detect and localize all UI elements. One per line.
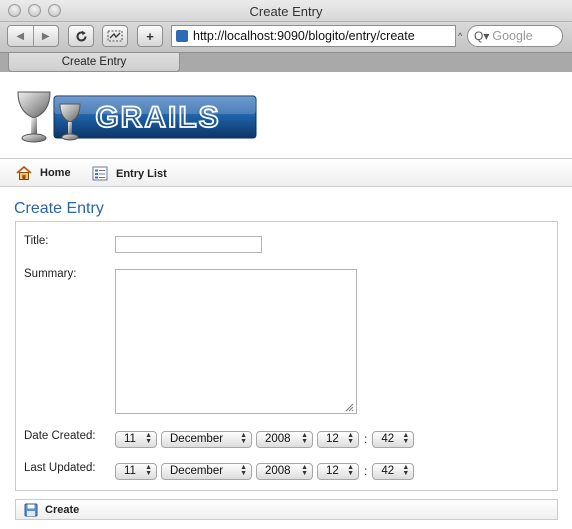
create-entry-form: Title: Summary: Date Created: 11 ▲ ▼ Decem… xyxy=(15,221,558,491)
select-value: December xyxy=(170,465,224,477)
select-value: 42 xyxy=(381,465,395,477)
select-arrows-icon: ▲ ▼ xyxy=(240,463,247,477)
select-value: 2008 xyxy=(265,433,291,445)
page-viewport: GRAILS Home Entry List Create Entry Titl… xyxy=(0,72,572,529)
create-button[interactable]: Create xyxy=(24,503,79,517)
select-arrows-icon: ▲ ▼ xyxy=(402,431,410,445)
site-favicon-icon xyxy=(176,30,188,42)
date-created-day-select[interactable]: 11 ▲ ▼ xyxy=(115,430,157,448)
select-arrows-icon: ▲ ▼ xyxy=(347,431,354,445)
select-arrows-icon: ▲ ▼ xyxy=(301,463,308,477)
select-value: 12 xyxy=(326,465,339,477)
window-title: Create Entry xyxy=(249,4,323,19)
date-created-month-select[interactable]: December ▲ ▼ xyxy=(161,430,252,448)
grails-logo[interactable]: GRAILS xyxy=(14,82,258,148)
date-created-year-select[interactable]: 2008 ▲ ▼ xyxy=(256,430,313,448)
date-created-picker: 11 ▲ ▼ December ▲ ▼ 2008 ▲ ▼ 12 ▲ ▼ : 42 ▲ ▼ xyxy=(115,430,418,448)
time-separator: : xyxy=(364,464,368,478)
browser-toolbar: ◀ ▶ + http://localhost:9090/blogito/entr… xyxy=(0,22,572,52)
date-created-minute-select[interactable]: 42 ▲ ▼ xyxy=(372,430,415,448)
create-button-label: Create xyxy=(45,504,80,516)
select-arrows-icon: ▲ ▼ xyxy=(301,431,308,445)
nav-entry-list-link[interactable]: Entry List xyxy=(92,166,167,181)
select-value: 2008 xyxy=(265,465,291,477)
tab-bar: Create Entry xyxy=(0,52,572,72)
resize-grip-icon[interactable] xyxy=(344,402,354,412)
last-updated-hour-select[interactable]: 12 ▲ ▼ xyxy=(317,462,359,480)
select-arrows-icon: ▲ ▼ xyxy=(347,463,354,477)
select-arrows-icon: ▲ ▼ xyxy=(145,431,152,445)
tab-create-entry[interactable]: Create Entry xyxy=(8,53,180,72)
nav-home-label: Home xyxy=(40,167,71,179)
last-updated-month-select[interactable]: December ▲ ▼ xyxy=(161,462,252,480)
forward-icon[interactable]: ▶ xyxy=(34,31,59,42)
address-bar[interactable]: http://localhost:9090/blogito/entry/crea… xyxy=(171,25,456,47)
url-text[interactable]: http://localhost:9090/blogito/entry/crea… xyxy=(193,29,415,43)
reload-icon xyxy=(76,30,86,41)
last-updated-label: Last Updated: xyxy=(24,462,96,474)
nav-bar: Home Entry List xyxy=(0,160,572,187)
back-icon[interactable]: ◀ xyxy=(8,31,33,42)
back-forward-buttons: ◀ ▶ xyxy=(7,25,59,47)
select-value: 11 xyxy=(124,465,136,477)
window-titlebar: Create Entry xyxy=(0,0,572,22)
page-title: Create Entry xyxy=(14,200,104,217)
date-created-hour-select[interactable]: 12 ▲ ▼ xyxy=(317,430,359,448)
plus-icon: + xyxy=(146,28,154,44)
summary-label: Summary: xyxy=(24,268,77,280)
select-value: 42 xyxy=(381,433,395,445)
title-label: Title: xyxy=(24,235,49,247)
last-updated-year-select[interactable]: 2008 ▲ ▼ xyxy=(256,462,313,480)
search-placeholder: Google xyxy=(492,29,533,43)
list-icon xyxy=(92,166,108,181)
select-value: 11 xyxy=(124,433,136,445)
title-field[interactable] xyxy=(115,236,262,253)
nav-home-link[interactable]: Home xyxy=(16,166,71,180)
nav-entry-list-label: Entry List xyxy=(116,167,167,180)
summary-textarea[interactable] xyxy=(115,269,357,414)
form-buttons-bar: Create xyxy=(15,499,558,520)
chevron-up-icon[interactable]: ^ xyxy=(458,31,462,41)
snapback-button[interactable] xyxy=(102,25,128,47)
search-icon[interactable]: Q▾ xyxy=(474,29,489,43)
home-icon xyxy=(16,166,32,180)
select-arrows-icon: ▲ ▼ xyxy=(402,463,410,477)
reload-button[interactable] xyxy=(68,25,94,47)
select-value: December xyxy=(170,433,224,445)
header: GRAILS xyxy=(0,72,572,159)
select-arrows-icon: ▲ ▼ xyxy=(240,431,247,445)
search-field[interactable]: Q▾ Google xyxy=(467,25,563,47)
web-clip-icon xyxy=(107,30,123,42)
last-updated-day-select[interactable]: 11 ▲ ▼ xyxy=(115,462,157,480)
select-value: 12 xyxy=(326,433,339,445)
select-arrows-icon: ▲ ▼ xyxy=(145,463,152,477)
time-separator: : xyxy=(364,432,368,446)
date-created-label: Date Created: xyxy=(24,430,96,442)
add-bookmark-button[interactable]: + xyxy=(137,25,163,47)
last-updated-minute-select[interactable]: 42 ▲ ▼ xyxy=(372,462,415,480)
svg-text:GRAILS: GRAILS xyxy=(95,101,220,134)
last-updated-picker: 11 ▲ ▼ December ▲ ▼ 2008 ▲ ▼ 12 ▲ ▼ : 42 ▲ ▼ xyxy=(115,462,418,480)
save-icon xyxy=(24,503,38,517)
